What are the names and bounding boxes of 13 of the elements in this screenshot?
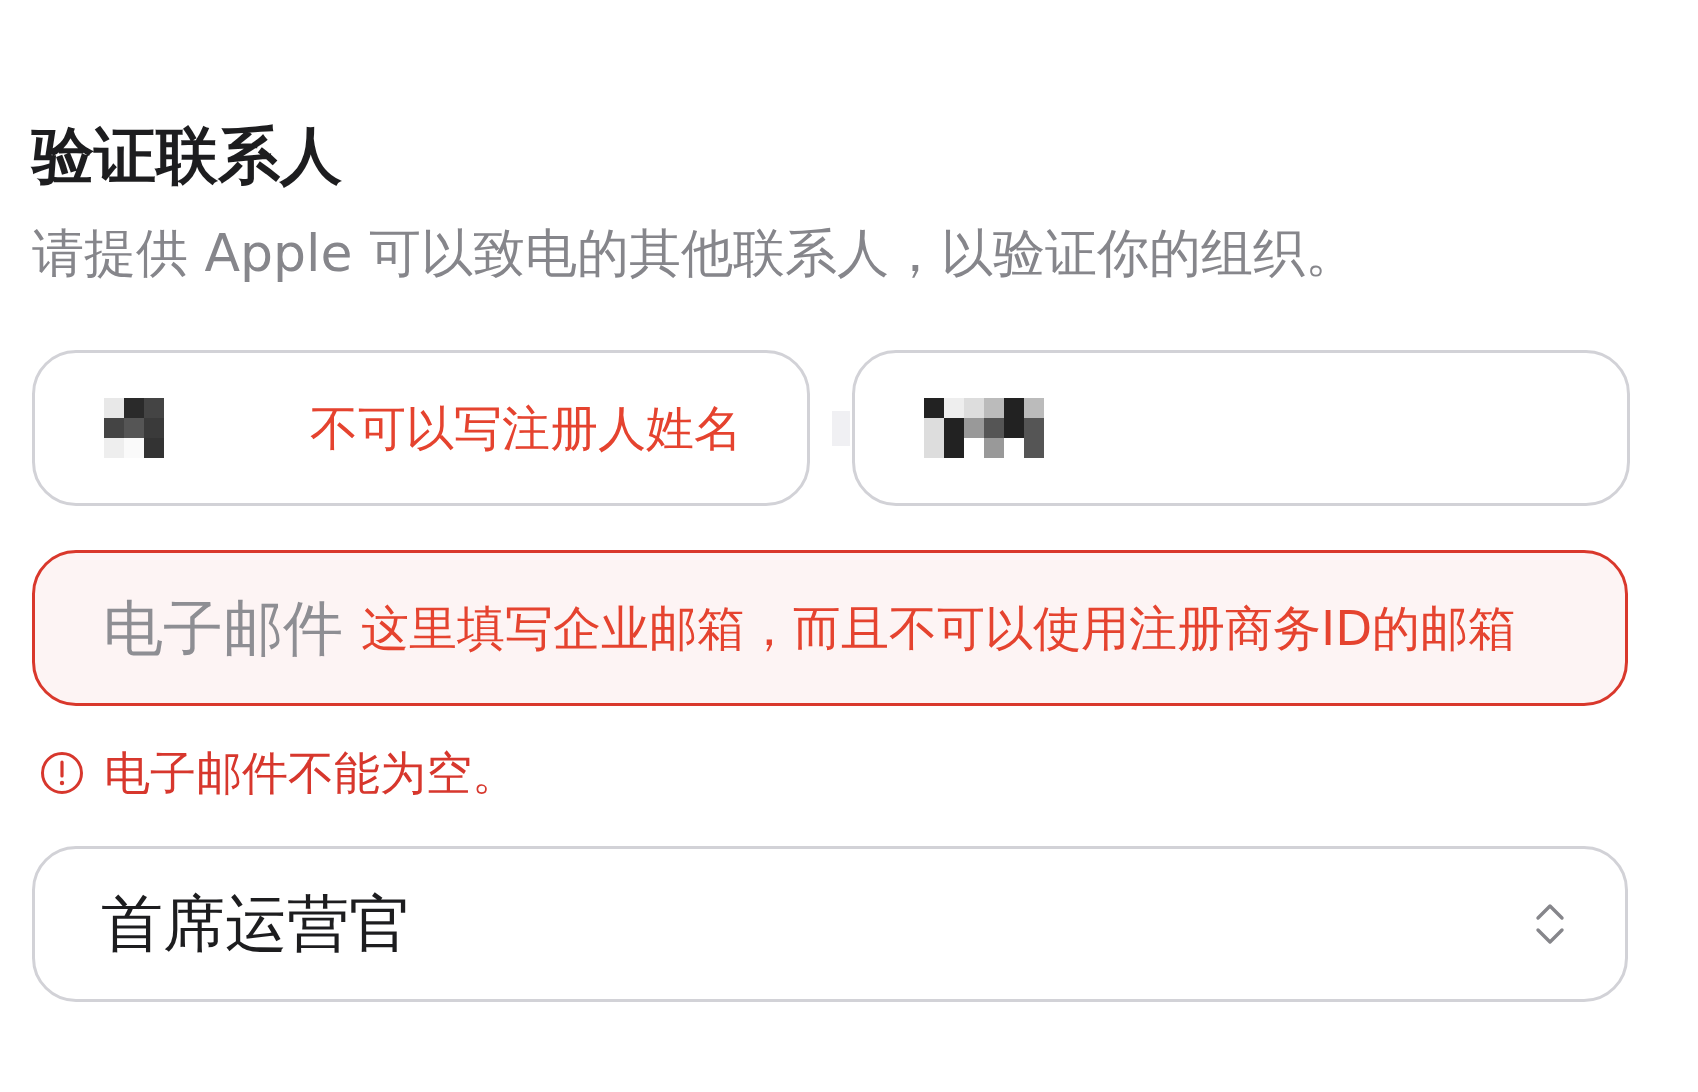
email-field[interactable]: 电子邮件 这里填写企业邮箱，而且不可以使用注册商务ID的邮箱 xyxy=(32,550,1628,706)
section-title: 验证联系人 xyxy=(32,120,343,192)
name-field[interactable]: 不可以写注册人姓名 xyxy=(32,350,810,506)
pixel-mosaic-drawing xyxy=(104,398,164,458)
chevron-up-down-icon xyxy=(1535,902,1565,946)
annotation-text: 不可以写注册人姓名 xyxy=(310,399,742,458)
annotation-text: 这里填写企业邮箱，而且不可以使用注册商务ID的邮箱 xyxy=(361,599,1517,658)
email-placeholder: 电子邮件 xyxy=(103,592,343,664)
name-field[interactable] xyxy=(852,350,1630,506)
role-dropdown[interactable]: 首席运营官 xyxy=(32,846,1628,1002)
error-message: 电子邮件不能为空。 xyxy=(104,745,518,801)
exclamation-circle-icon xyxy=(40,751,84,795)
section-description: 请提供 Apple 可以致电的其他联系人，以验证你的组织。 xyxy=(32,222,1359,285)
